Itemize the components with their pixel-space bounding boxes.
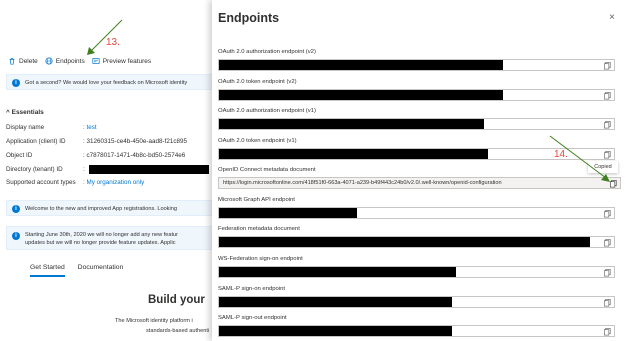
tab-documentation[interactable]: Documentation (78, 264, 124, 275)
welcome-banner[interactable]: i Welcome to the new and improved App re… (6, 200, 212, 216)
info-icon: i (12, 232, 20, 240)
essentials-row: Display name : test (6, 124, 97, 131)
endpoint-label: SAML-P sign-out endpoint (218, 315, 287, 321)
close-icon: × (609, 12, 615, 23)
tenant-id-redaction (88, 165, 209, 174)
copy-icon[interactable] (603, 238, 612, 247)
endpoint-field[interactable] (218, 59, 615, 71)
essentials-value[interactable]: : My organization only (83, 179, 144, 186)
redacted-value (219, 149, 488, 159)
redacted-value (219, 297, 453, 307)
command-bar: Delete Endpoints Preview features (8, 57, 151, 65)
panel-title: Endpoints (218, 11, 280, 25)
redacted-value (219, 267, 456, 277)
essentials-row: Object ID : c7878017-1471-4b8c-bd50-2574e… (6, 152, 185, 159)
copy-icon[interactable] (603, 61, 612, 70)
essentials-value: : (83, 166, 85, 174)
essentials-row: Directory (tenant) ID: (6, 165, 209, 174)
essentials-value: : c7878017-1471-4b8c-bd50-2574e6 (83, 152, 186, 159)
endpoint-field[interactable] (218, 89, 615, 101)
feedback-banner-text: Got a second? We would love your feedbac… (25, 80, 188, 86)
essentials-key: Display name (6, 124, 45, 131)
delete-label: Delete (19, 57, 38, 65)
info-icon: i (12, 205, 20, 213)
copy-icon[interactable] (603, 209, 612, 218)
feedback-banner[interactable]: i Got a second? We would love your feedb… (6, 74, 212, 90)
copy-icon[interactable] (603, 268, 612, 277)
copy-icon[interactable] (603, 120, 612, 129)
copy-icon[interactable] (603, 327, 612, 336)
copy-icon[interactable] (603, 91, 612, 100)
openid-metadata-url: https://login.microsoftonline.com/418f51… (223, 180, 502, 186)
endpoint-label: OAuth 2.0 authorization endpoint (v1) (218, 108, 316, 114)
redacted-value (219, 60, 504, 70)
redacted-value (219, 208, 358, 218)
essentials-value: : 31260315-ce4b-450e-aad8-f21c895 (83, 138, 187, 145)
endpoints-button[interactable]: Endpoints (45, 57, 85, 65)
trash-icon (9, 58, 15, 65)
copy-icon[interactable] (603, 298, 612, 307)
annotation-arrow-14 (549, 135, 610, 182)
preview-features-button[interactable]: Preview features (92, 57, 151, 65)
close-button[interactable]: × (609, 12, 615, 23)
tab-get-started[interactable]: Get Started (30, 264, 65, 277)
essentials-title: Essentials (11, 109, 44, 116)
build-title: Build your (148, 294, 205, 306)
annotation-arrow-13 (87, 19, 123, 55)
endpoint-label: Federation metadata document (218, 226, 300, 232)
essentials-row: Application (client) ID : 31260315-ce4b-4… (6, 138, 187, 145)
endpoint-field[interactable] (218, 266, 615, 278)
build-subtitle-line-1: The Microsoft identity platform i (115, 318, 193, 324)
build-subtitle-line-2: standards-based authenti (146, 328, 210, 334)
endpoint-label: OAuth 2.0 token endpoint (v2) (218, 79, 297, 85)
essentials-key: Supported account types (6, 179, 76, 186)
endpoint-field[interactable] (218, 236, 615, 248)
notice-line-2: updates but we will no longer provide fe… (25, 240, 176, 246)
essentials-key: Directory (tenant) ID (6, 166, 63, 174)
endpoints-label: Endpoints (55, 57, 85, 65)
info-icon: i (12, 79, 20, 87)
preview-icon (92, 58, 100, 64)
endpoint-label: Microsoft Graph API endpoint (218, 197, 295, 203)
endpoint-field[interactable] (218, 296, 615, 308)
redacted-value (219, 119, 484, 129)
endpoint-label: SAML-P sign-on endpoint (218, 286, 286, 292)
redacted-value (219, 237, 591, 247)
essentials-key: Object ID (6, 152, 33, 159)
endpoint-label: OpenID Connect metadata document (218, 167, 316, 173)
essentials-row: Supported account types : My organization… (6, 179, 144, 186)
notice-line-1: Starting June 30th, 2020 we will no long… (25, 232, 178, 238)
endpoint-field[interactable] (218, 325, 615, 337)
delete-button[interactable]: Delete (8, 57, 38, 65)
redacted-value (219, 90, 504, 100)
endpoint-field[interactable] (218, 118, 615, 130)
overview-tabs: Get Started Documentation (30, 264, 134, 277)
essentials-key: Application (client) ID (6, 138, 66, 145)
endpoint-field[interactable] (218, 207, 615, 219)
preview-features-label: Preview features (102, 57, 152, 65)
globe-icon (45, 57, 53, 65)
endpoint-label: OAuth 2.0 authorization endpoint (v2) (218, 49, 316, 55)
redacted-value (219, 326, 453, 336)
welcome-banner-text: Welcome to the new and improved App regi… (25, 206, 177, 212)
endpoint-label: OAuth 2.0 token endpoint (v1) (218, 138, 297, 144)
endpoint-label: WS-Federation sign-on endpoint (218, 256, 303, 262)
notice-banner[interactable]: i Starting June 30th, 2020 we will no lo… (6, 226, 212, 250)
essentials-value[interactable]: : test (83, 124, 97, 131)
essentials-header[interactable]: ^ Essentials (6, 109, 44, 116)
